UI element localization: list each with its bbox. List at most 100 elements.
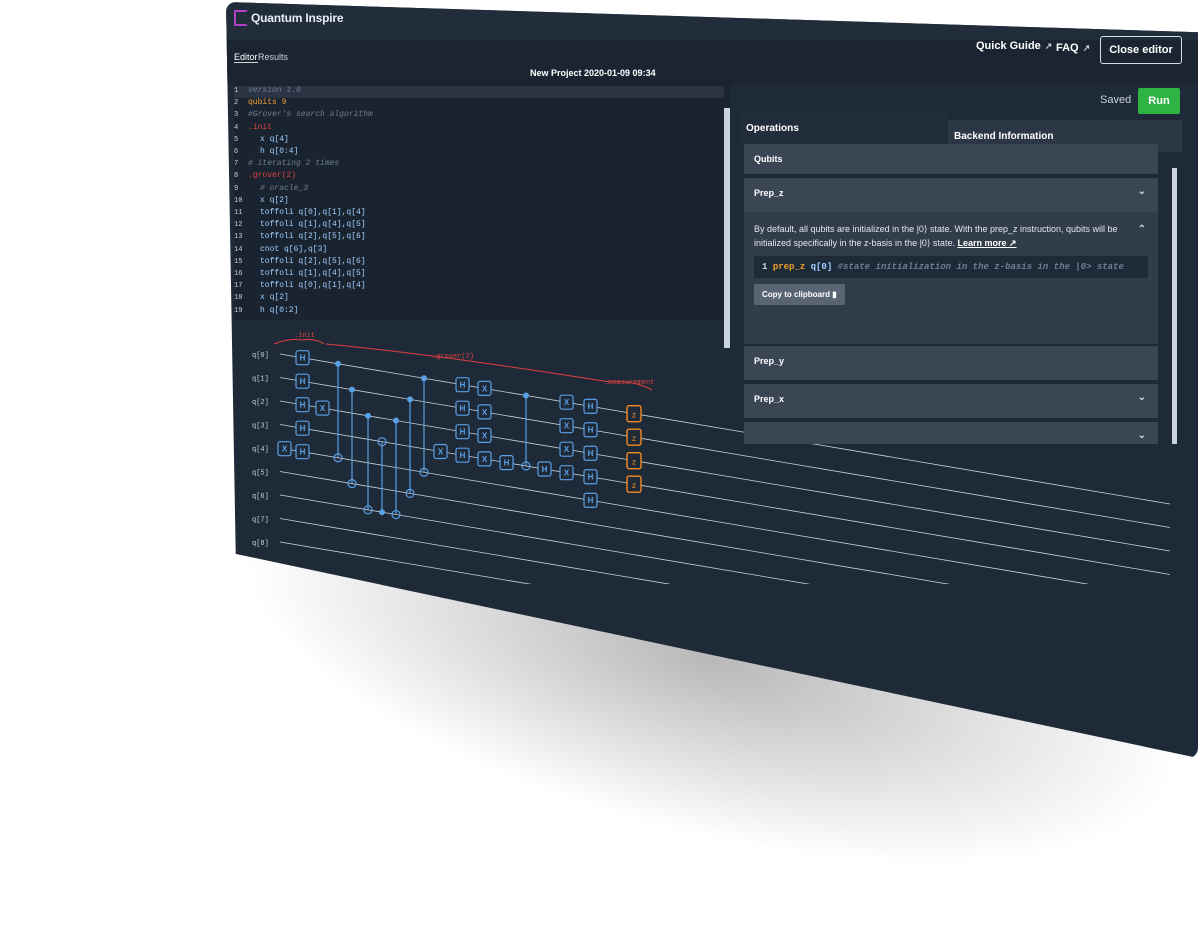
project-title: New Project 2020-01-09 09:34 (530, 68, 656, 78)
gate-label: X (482, 455, 488, 464)
code-text: toffoli q[1],q[4],q[5] (260, 220, 366, 230)
gate-label: H (300, 448, 306, 457)
qubit-label: q[1] (252, 376, 269, 384)
quick-guide-label: Quick Guide (976, 40, 1041, 52)
gate-label: H (460, 404, 466, 413)
tab-editor[interactable]: Editor (234, 52, 258, 63)
code-line-number: 1 (762, 262, 768, 272)
code-text: # oracle_3 (260, 183, 309, 193)
line-number: 11 (234, 209, 243, 217)
accordion-prep-y[interactable]: Prep_y (744, 346, 1158, 380)
code-text: x q[2] (260, 293, 289, 303)
run-button[interactable]: Run (1138, 88, 1180, 114)
learn-more-link[interactable]: Learn more ↗ (957, 238, 1016, 248)
code-text: .init (248, 122, 273, 132)
code-text: toffoli q[0],q[1],q[4] (260, 281, 366, 291)
gate-label: X (482, 431, 488, 440)
qubit-label: q[6] (252, 493, 269, 501)
qubit-label: q[7] (252, 517, 269, 525)
line-number: 4 (234, 123, 239, 132)
close-editor-button[interactable]: Close editor (1100, 36, 1182, 64)
code-line: 7 # iterating 2 times (234, 159, 339, 171)
chevron-up-icon[interactable]: ⌃ (1138, 224, 1146, 235)
operations-panel: Operations Backend Information Qubits Pr… (740, 112, 1184, 444)
code-line: 1 version 1.0 (234, 86, 724, 98)
saved-status: Saved (1100, 94, 1132, 106)
accordion-title: Prep_z (754, 188, 784, 198)
code-line: 10 x q[2] (234, 196, 289, 208)
gate-label: H (588, 496, 594, 505)
code-line: 11 toffoli q[0],q[1],q[4] (234, 208, 366, 220)
line-number: 18 (234, 294, 243, 303)
copy-to-clipboard-button[interactable]: Copy to clipboard ▮ (754, 284, 845, 305)
app-logo[interactable]: Quantum Inspire (234, 10, 344, 26)
code-keyword: prep_z (772, 262, 806, 272)
measure-label: z (632, 411, 636, 420)
qubit-label: q[4] (252, 446, 269, 454)
code-line: 8 .grover(2) (234, 171, 296, 183)
control-dot (407, 396, 413, 403)
gate-label: H (300, 377, 306, 386)
code-text: # iterating 2 times (248, 159, 340, 169)
code-line: 17 toffoli q[0],q[1],q[4] (234, 281, 366, 293)
gate-label: X (482, 408, 488, 417)
prep-z-description-text: By default, all qubits are initialized i… (754, 224, 1118, 248)
accordion-title: Prep_y (754, 356, 785, 366)
line-number: 1 (234, 87, 239, 95)
accordion-qubits[interactable]: Qubits (744, 144, 1158, 174)
gate-label: H (588, 426, 594, 435)
code-text: x q[2] (260, 195, 289, 205)
qubit-wire (279, 447, 1171, 599)
accordion-title: Qubits (754, 154, 783, 164)
code-line: 18 x q[2] (234, 293, 289, 305)
code-line: 9 # oracle_3 (234, 184, 308, 196)
code-text: toffoli q[0],q[1],q[4] (260, 208, 366, 217)
measure-label: z (632, 458, 636, 467)
code-text: cnot q[6],q[3] (260, 244, 328, 254)
control-dot (421, 375, 427, 382)
line-number: 16 (234, 270, 243, 278)
code-line: 15 toffoli q[2],q[5],q[6] (234, 257, 366, 269)
control-dot (349, 386, 355, 393)
accordion-prep-z-content: ⌃ By default, all qubits are initialized… (744, 212, 1158, 344)
gate-label: X (564, 445, 570, 454)
line-number: 13 (234, 233, 243, 242)
line-number: 9 (234, 184, 239, 193)
accordion-prep-z[interactable]: Prep_z ⌄ (744, 178, 1158, 214)
gate-label: H (588, 449, 594, 458)
learn-more-label: Learn more (957, 238, 1007, 248)
accordion-prep-x[interactable]: Prep_x ⌄ (744, 384, 1158, 418)
line-number: 5 (234, 135, 239, 144)
code-text: qubits 9 (248, 98, 287, 108)
qubit-label: q[8] (252, 540, 269, 548)
accordion-next[interactable]: ⌄ (744, 422, 1158, 444)
chevron-down-icon: ⌄ (1137, 392, 1146, 403)
chevron-down-icon: ⌄ (1137, 186, 1146, 197)
gate-label: H (460, 451, 466, 460)
gate-label: X (320, 404, 326, 413)
code-comment: #state initialization in the z-basis in … (837, 262, 1124, 272)
faq-label: FAQ (1056, 42, 1079, 54)
accordion-title: Prep_x (754, 394, 785, 404)
code-editor[interactable]: 1 version 1.0 2 qubits 9 3 #Grover's search a… (234, 84, 730, 348)
code-argument: q[0] (810, 262, 833, 272)
code-line: 19 h q[0:2] (234, 306, 298, 318)
control-dot (335, 360, 341, 367)
faq-link[interactable]: FAQ ↗ (1056, 42, 1090, 54)
measure-label: z (632, 481, 636, 490)
line-number: 17 (234, 282, 243, 291)
editor-scrollbar[interactable] (724, 108, 730, 348)
gate-label: H (300, 424, 306, 433)
tab-results[interactable]: Results (258, 52, 288, 62)
line-number: 7 (234, 160, 239, 169)
panel-scrollbar[interactable] (1172, 168, 1177, 444)
code-line: 4 .init (234, 123, 272, 135)
control-dot (393, 417, 399, 424)
code-text: version 1.0 (248, 86, 301, 95)
code-text: toffoli q[2],q[5],q[6] (260, 232, 366, 242)
line-number: 19 (234, 306, 243, 315)
line-number: 10 (234, 196, 243, 205)
quick-guide-link[interactable]: Quick Guide ↗ (976, 40, 1052, 52)
tab-operations[interactable]: Operations (740, 112, 948, 144)
section-label-measurement: .measurement (604, 379, 654, 387)
